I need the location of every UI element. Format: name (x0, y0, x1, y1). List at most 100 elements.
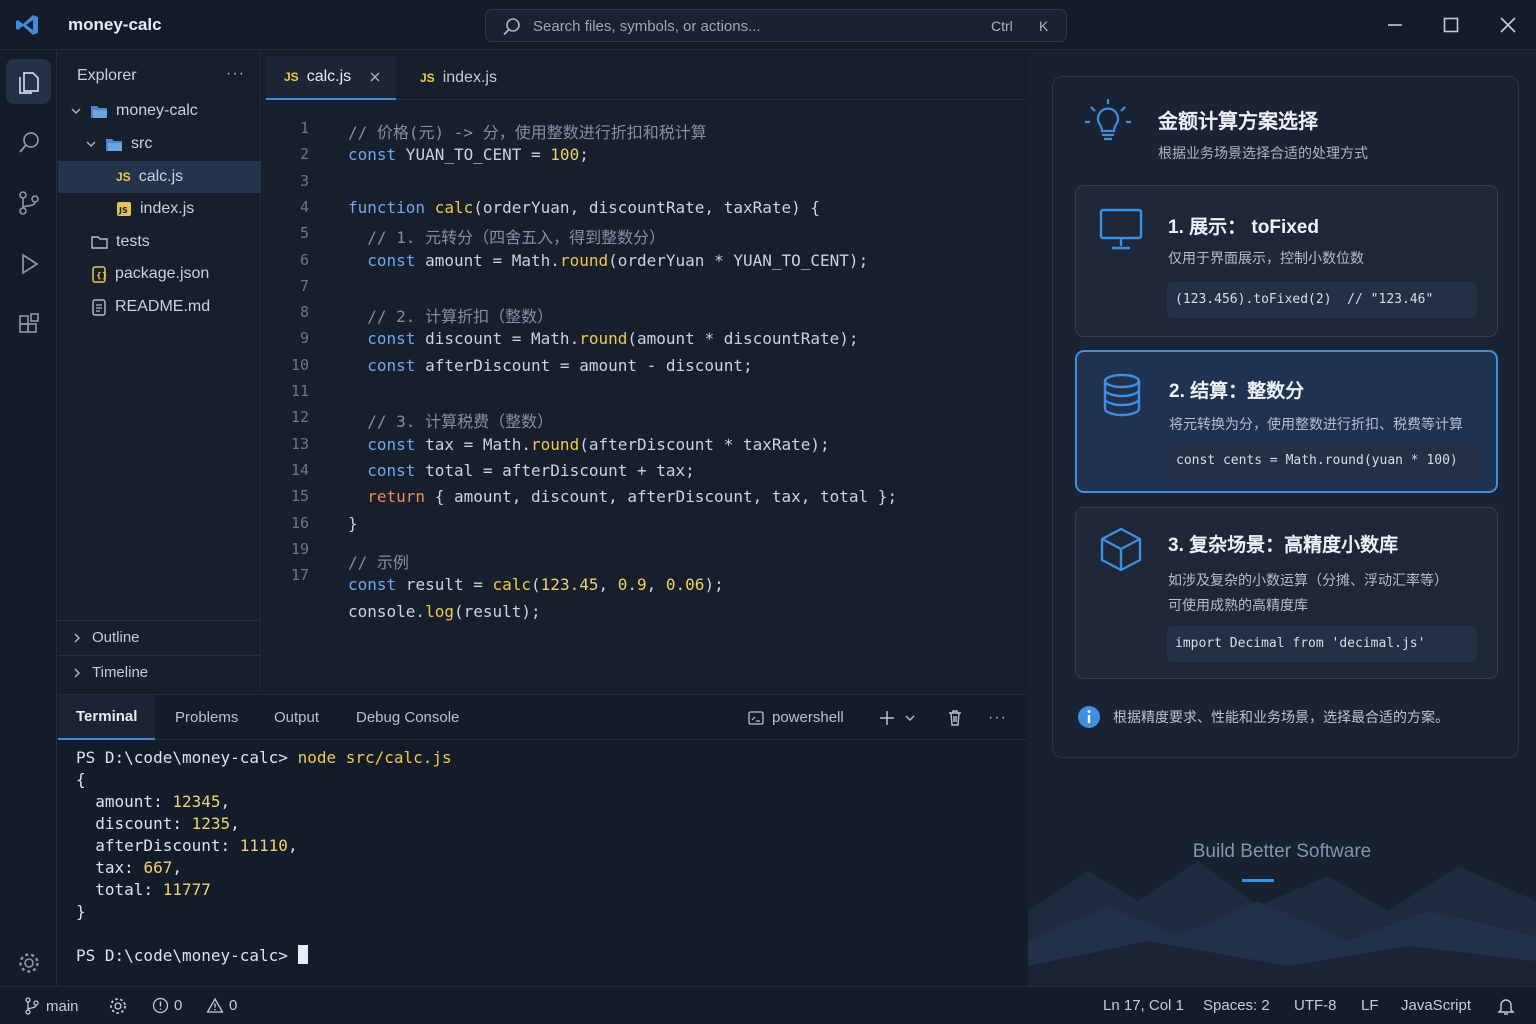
status-errors[interactable]: 0 (152, 997, 182, 1014)
terminal-shell-selector[interactable]: powershell (748, 695, 844, 740)
js-file-icon: JS (116, 170, 131, 184)
outline-label: Outline (92, 629, 140, 646)
tab-output[interactable]: Output (274, 695, 319, 740)
search-activity-button[interactable] (6, 120, 51, 165)
code-line: const result = calc(123.45, 0.9, 0.06); (348, 575, 724, 595)
line-number: 4 (299, 197, 309, 216)
explorer-title: Explorer (77, 67, 137, 84)
status-bar: main 0 0 Ln 17, Col 1 Spaces: 2 UTF-8 LF… (0, 986, 1536, 1024)
term-key: amount (95, 792, 154, 811)
solution-card: 金额计算方案选择 根据业务场景选择合适的处理方式 1. 展示： toFixed … (1052, 76, 1519, 758)
status-warnings[interactable]: 0 (206, 997, 237, 1014)
line-number: 10 (290, 355, 309, 374)
tab-debug-console[interactable]: Debug Console (356, 695, 459, 740)
command-search[interactable]: Search files, symbols, or actions... Ctr… (485, 9, 1067, 42)
line-number: 9 (299, 329, 309, 348)
option-desc: 仅用于界面展示，控制小数位数 (1168, 250, 1364, 266)
line-number: 12 (290, 408, 309, 427)
status-language[interactable]: JavaScript (1401, 997, 1471, 1014)
warning-count: 0 (229, 997, 238, 1014)
line-number: 15 (290, 487, 309, 506)
code-line: const amount = Math.round(orderYuan * YU… (367, 250, 869, 270)
info-pane: 金额计算方案选择 根据业务场景选择合适的处理方式 1. 展示： toFixed … (1028, 51, 1536, 986)
card-title: 金额计算方案选择 (1158, 111, 1318, 133)
code-line: // 示例 (348, 553, 409, 573)
tree-item-label: tests (116, 233, 150, 250)
app-title: money-calc (68, 15, 162, 34)
tree-item-package-json[interactable]: {} package.json (58, 258, 261, 290)
tree-item-readme[interactable]: README.md (58, 291, 261, 323)
settings-activity-button[interactable] (6, 940, 51, 985)
bottom-panel: Terminal Problems Output Debug Console p… (58, 694, 1027, 986)
more-actions-icon[interactable]: ··· (226, 65, 245, 83)
tab-index-js[interactable]: JS index.js (418, 56, 497, 100)
card-subtitle: 根据业务场景选择合适的处理方式 (1158, 145, 1368, 161)
chevron-down-icon[interactable] (904, 712, 916, 724)
terminal-output[interactable]: PS D:\code\money-calc> node src/calc.js … (76, 747, 452, 967)
tree-item-index-js[interactable]: JS index.js (58, 193, 261, 225)
option-decimal-library[interactable]: 3. 复杂场景：高精度小数库 如涉及复杂的小数运算（分摊、浮动汇率等） 可使用成… (1075, 507, 1498, 679)
status-notifications[interactable] (1497, 997, 1515, 1016)
status-indentation[interactable]: Spaces: 2 (1203, 997, 1270, 1014)
tab-calc-js[interactable]: JS calc.js (266, 56, 396, 100)
term-value: 11110 (239, 836, 288, 855)
search-placeholder: Search files, symbols, or actions... (533, 18, 761, 35)
explorer-activity-button[interactable] (6, 59, 51, 104)
chevron-down-icon (86, 141, 96, 148)
close-window-icon[interactable] (1495, 12, 1521, 38)
status-eol[interactable]: LF (1361, 997, 1379, 1014)
timeline-section[interactable]: Timeline (58, 655, 261, 689)
terminal-icon (748, 710, 764, 725)
code-area[interactable]: 1 2 3 4 5 6 7 8 9 10 11 12 13 14 15 16 19 17// 价格(元) -> 分… (262, 113, 1027, 673)
option-desc: 将元转换为分，使用整数进行折扣、税费等计算 (1169, 416, 1463, 432)
code-line: } (348, 513, 358, 533)
line-number: 3 (299, 171, 309, 190)
option-title: 2. 结算：整数分 (1169, 381, 1305, 402)
tree-item-label: money-calc (116, 102, 198, 119)
panel-tab-bar: Terminal Problems Output Debug Console p… (58, 695, 1027, 740)
kill-terminal-button[interactable] (946, 695, 964, 740)
status-encoding[interactable]: UTF-8 (1294, 997, 1337, 1014)
option-settlement[interactable]: 2. 结算：整数分 将元转换为分，使用整数进行折扣、税费等计算 const ce… (1075, 350, 1498, 493)
git-branch-icon (18, 190, 39, 215)
line-number: 16 (290, 513, 309, 532)
term-value: 667 (143, 858, 173, 877)
panel-more-icon[interactable]: ··· (988, 695, 1007, 740)
tab-problems[interactable]: Problems (175, 695, 238, 740)
close-tab-icon[interactable] (369, 71, 381, 83)
tab-label: calc.js (306, 68, 352, 85)
terminal-brace-open: { (76, 770, 86, 789)
minimize-icon[interactable] (1382, 12, 1408, 38)
term-value: 1235 (191, 814, 231, 833)
status-sync[interactable] (108, 997, 128, 1015)
tree-item-label: calc.js (138, 168, 184, 185)
source-control-activity-button[interactable] (6, 180, 51, 225)
option-display[interactable]: 1. 展示： toFixed 仅用于界面展示，控制小数位数 (123.456).… (1075, 185, 1498, 337)
bell-icon (1497, 999, 1515, 1015)
term-key: tax (95, 858, 125, 877)
line-number: 1 (299, 119, 309, 137)
code-line: const afterDiscount = amount - discount; (367, 355, 753, 375)
terminal-command: node src/calc.js (297, 748, 452, 767)
markdown-file-icon (92, 298, 106, 316)
title-bar: money-calc Search files, symbols, or act… (0, 0, 1536, 50)
status-cursor-position[interactable]: Ln 17, Col 1 (1103, 997, 1184, 1014)
tree-item-money-calc[interactable]: money-calc (58, 95, 261, 127)
status-branch[interactable]: main (24, 997, 79, 1015)
timeline-label: Timeline (92, 664, 149, 681)
brand-underline (1242, 879, 1274, 882)
outline-section[interactable]: Outline (58, 620, 261, 654)
extensions-activity-button[interactable] (6, 302, 51, 347)
tree-item-calc-js[interactable]: JS calc.js (58, 161, 261, 193)
run-debug-activity-button[interactable] (6, 241, 51, 286)
tree-item-src[interactable]: src (58, 128, 261, 160)
line-number: 19 (290, 539, 309, 558)
tab-terminal[interactable]: Terminal (58, 695, 156, 740)
line-number: 13 (290, 434, 309, 453)
tree-item-tests[interactable]: tests (58, 226, 261, 258)
code-line: // 价格(元) -> 分，使用整数进行折扣和税计算 (348, 123, 707, 142)
option-title: 3. 复杂场景：高精度小数库 (1168, 535, 1399, 556)
new-terminal-button[interactable] (878, 695, 916, 740)
maximize-icon[interactable] (1438, 12, 1464, 38)
line-number: 6 (299, 250, 309, 269)
